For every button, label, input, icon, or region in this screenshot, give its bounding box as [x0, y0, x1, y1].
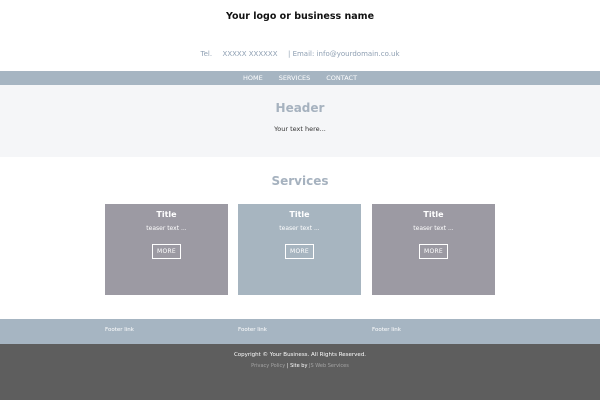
- hero-section: Header Your text here...: [0, 85, 600, 157]
- footer-credits: Privacy Policy | Site by JS Web Services: [0, 363, 600, 369]
- service-card: Title teaser text ... MORE: [372, 204, 495, 295]
- business-logo-text: Your logo or business name: [225, 11, 375, 22]
- main-nav: HOME SERVICES CONTACT: [0, 71, 600, 85]
- email-label: | Email:: [287, 50, 315, 58]
- card-title: Title: [156, 210, 177, 219]
- copyright-text: Copyright © Your Business. All Rights Re…: [233, 352, 367, 358]
- site-by-label: | Site by: [286, 363, 308, 369]
- more-button[interactable]: MORE: [419, 244, 448, 259]
- contact-bar: Tel. XXXXX XXXXXX | Email: info@yourdoma…: [0, 50, 600, 58]
- card-teaser: teaser text ...: [413, 225, 454, 232]
- card-title: Title: [289, 210, 310, 219]
- services-title: Services: [271, 174, 329, 188]
- nav-item-contact[interactable]: CONTACT: [326, 74, 357, 82]
- tel-value: XXXXX XXXXXX: [222, 50, 278, 58]
- card-teaser: teaser text ...: [146, 225, 187, 232]
- nav-item-services[interactable]: SERVICES: [279, 74, 311, 82]
- service-card: Title teaser text ... MORE: [238, 204, 361, 295]
- hero-subtitle: Your text here...: [274, 125, 326, 133]
- more-button[interactable]: MORE: [152, 244, 181, 259]
- footer-link[interactable]: Footer link: [372, 327, 401, 333]
- footer-links-bar: Footer link Footer link Footer link: [0, 319, 600, 344]
- footer-bottom: Copyright © Your Business. All Rights Re…: [0, 344, 600, 400]
- card-title: Title: [423, 210, 444, 219]
- site-by-link[interactable]: JS Web Services: [309, 363, 349, 369]
- email-link[interactable]: info@yourdomain.co.uk: [317, 50, 400, 58]
- footer-link[interactable]: Footer link: [238, 327, 267, 333]
- nav-item-home[interactable]: HOME: [243, 74, 263, 82]
- service-card: Title teaser text ... MORE: [105, 204, 228, 295]
- more-button[interactable]: MORE: [285, 244, 314, 259]
- card-teaser: teaser text ...: [279, 225, 320, 232]
- footer-link[interactable]: Footer link: [105, 327, 134, 333]
- hero-title: Header: [275, 101, 325, 115]
- tel-label: Tel.: [200, 50, 213, 58]
- privacy-policy-link[interactable]: Privacy Policy: [251, 363, 285, 369]
